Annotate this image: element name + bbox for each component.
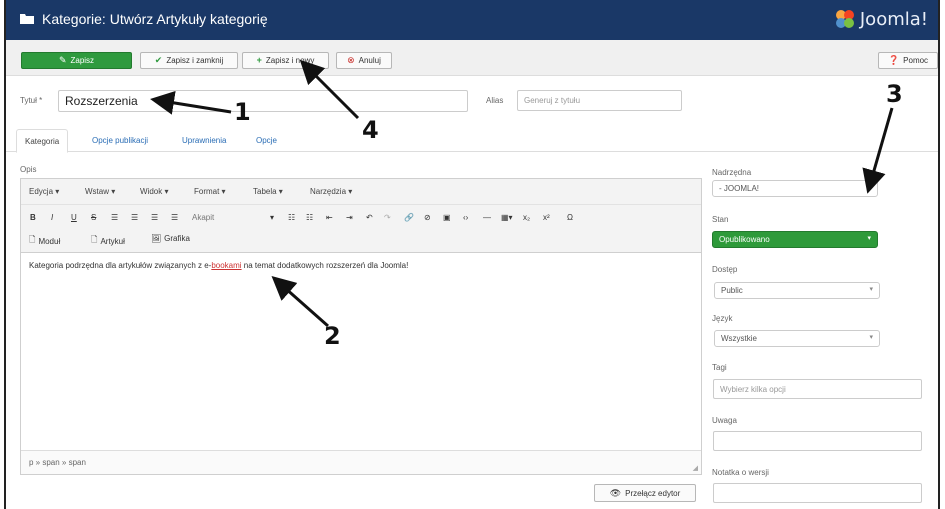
annotation-number: 4 — [362, 116, 379, 144]
annotation-arrows — [150, 59, 894, 328]
window-frame: Kategorie: Utwórz Artykuły kategorię Joo… — [4, 0, 940, 509]
arrow-3 — [862, 107, 894, 194]
annotation-number: 1 — [234, 98, 251, 126]
annotation-number: 2 — [324, 322, 341, 350]
arrow-2 — [271, 276, 329, 328]
arrow-4 — [299, 59, 360, 120]
annotation-number: 3 — [886, 80, 903, 108]
arrow-1 — [150, 90, 232, 115]
